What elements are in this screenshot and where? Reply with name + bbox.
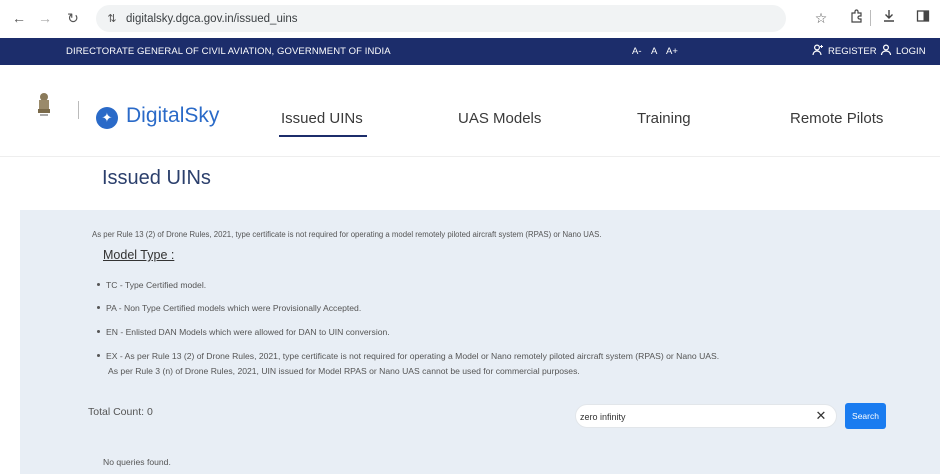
no-results-message: No queries found. bbox=[103, 457, 171, 467]
register-link[interactable]: REGISTER bbox=[828, 46, 877, 57]
search-box[interactable] bbox=[575, 404, 837, 428]
model-type-en: EN - Enlisted DAN Models which were allo… bbox=[106, 327, 390, 337]
forward-arrow-icon[interactable]: → bbox=[36, 9, 54, 27]
font-increase-button[interactable]: A+ bbox=[666, 46, 678, 57]
login-link[interactable]: LOGIN bbox=[896, 46, 926, 57]
side-panel-icon[interactable] bbox=[914, 9, 932, 27]
search-input[interactable] bbox=[580, 408, 805, 425]
page-title: Issued UINs bbox=[102, 167, 211, 189]
model-type-pa: PA - Non Type Certified models which wer… bbox=[106, 303, 362, 313]
browser-toolbar: ← → ↻ ⇅ digitalsky.dgca.gov.in/issued_ui… bbox=[0, 0, 940, 38]
nav-remote-pilots[interactable]: Remote Pilots bbox=[790, 110, 883, 127]
list-item: EX - As per Rule 13 (2) of Drone Rules, … bbox=[97, 351, 719, 361]
government-top-bar: DIRECTORATE GENERAL OF CIVIL AVIATION, G… bbox=[0, 38, 940, 65]
list-item: EN - Enlisted DAN Models which were allo… bbox=[97, 327, 390, 337]
bookmark-star-icon[interactable]: ☆ bbox=[812, 9, 830, 27]
site-settings-icon[interactable]: ⇅ bbox=[104, 11, 120, 27]
search-button[interactable]: Search bbox=[845, 403, 886, 429]
government-title: DIRECTORATE GENERAL OF CIVIL AVIATION, G… bbox=[66, 46, 391, 57]
toolbar-divider bbox=[870, 10, 871, 26]
address-bar-url[interactable]: digitalsky.dgca.gov.in/issued_uins bbox=[126, 13, 298, 25]
extensions-icon[interactable] bbox=[848, 9, 866, 27]
nav-active-indicator bbox=[279, 135, 367, 137]
nav-training[interactable]: Training bbox=[637, 110, 691, 127]
digitalsky-logo-icon[interactable]: ✦ bbox=[96, 107, 118, 129]
download-icon[interactable] bbox=[880, 9, 898, 27]
nav-uas-models[interactable]: UAS Models bbox=[458, 110, 541, 127]
site-header: ✦ DigitalSky Issued UINs UAS Models Trai… bbox=[0, 65, 940, 157]
list-item: PA - Non Type Certified models which wer… bbox=[97, 303, 361, 313]
back-arrow-icon[interactable]: ← bbox=[10, 9, 28, 27]
model-type-tc: TC - Type Certified model. bbox=[106, 280, 207, 290]
model-type-heading: Model Type : bbox=[103, 248, 175, 262]
site-logo-text[interactable]: DigitalSky bbox=[126, 104, 219, 128]
rule-note: As per Rule 13 (2) of Drone Rules, 2021,… bbox=[92, 230, 602, 239]
reload-icon[interactable]: ↻ bbox=[64, 9, 82, 27]
login-user-icon[interactable] bbox=[880, 44, 892, 59]
clear-search-icon[interactable]: ✕ bbox=[813, 407, 829, 425]
model-type-ex: EX - As per Rule 13 (2) of Drone Rules, … bbox=[106, 351, 720, 361]
model-type-ex-continuation: As per Rule 3 (n) of Drone Rules, 2021, … bbox=[108, 366, 580, 376]
font-decrease-button[interactable]: A- bbox=[632, 46, 642, 57]
header-divider bbox=[78, 101, 79, 119]
address-bar[interactable]: ⇅ digitalsky.dgca.gov.in/issued_uins bbox=[96, 5, 786, 32]
font-normal-button[interactable]: A bbox=[651, 46, 657, 57]
register-user-icon[interactable] bbox=[812, 44, 824, 59]
list-item: TC - Type Certified model. bbox=[97, 280, 206, 290]
total-count: Total Count: 0 bbox=[88, 406, 153, 418]
national-emblem-icon bbox=[38, 93, 50, 116]
nav-issued-uins[interactable]: Issued UINs bbox=[281, 110, 363, 127]
